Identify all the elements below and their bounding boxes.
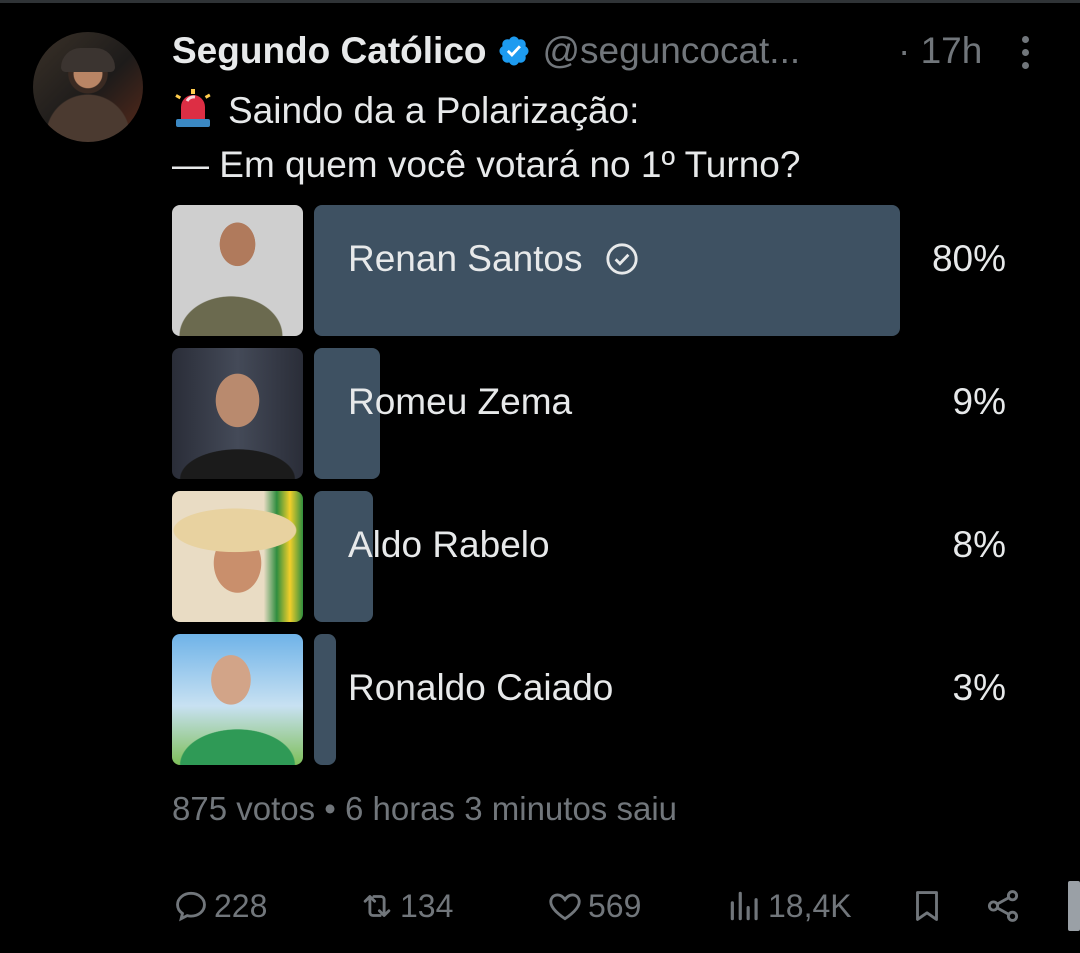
views-chart-icon: [730, 891, 758, 921]
bookmark-icon: [916, 891, 938, 921]
avatar-cap: [61, 48, 115, 72]
bookmark-button[interactable]: [908, 880, 950, 932]
action-bar: 228 134 569 18,4K: [172, 880, 1032, 932]
poll-option-label: Romeu Zema: [348, 381, 573, 422]
verified-badge-icon: [498, 36, 529, 66]
poll-option[interactable]: Ronaldo Caiado 3%: [172, 634, 1012, 766]
poll-option-label-wrap: Aldo Rabelo: [348, 491, 550, 599]
candidate-photo-caiado: [172, 634, 303, 765]
tweet-header: Segundo Católico @seguncocat...: [172, 28, 800, 74]
candidate-photo-aldo: [172, 491, 303, 622]
poll-option-label: Ronaldo Caiado: [348, 667, 614, 708]
poll-option[interactable]: Renan Santos 80%: [172, 205, 1012, 337]
poll-option-label-wrap: Romeu Zema: [348, 348, 572, 456]
poll-option-label: Aldo Rabelo: [348, 524, 550, 565]
poll-option-label-wrap: Ronaldo Caiado: [348, 634, 613, 742]
heart-icon: [549, 893, 581, 921]
repost-count: 134: [400, 887, 454, 924]
share-button[interactable]: [984, 880, 1026, 932]
scrollbar-thumb[interactable]: [1068, 881, 1080, 931]
repost-button[interactable]: 134: [358, 880, 453, 932]
poll-option[interactable]: Aldo Rabelo 8%: [172, 491, 1012, 623]
top-divider: [0, 0, 1080, 3]
candidate-photo-renan: [172, 205, 303, 336]
author-avatar[interactable]: [33, 32, 143, 142]
candidate-photo-zema: [172, 348, 303, 479]
views-button[interactable]: 18,4K: [726, 880, 852, 932]
poll-result-bar: [314, 634, 336, 765]
more-options-icon[interactable]: [1012, 36, 1038, 76]
poll-option-percent: 80%: [931, 238, 1006, 279]
reply-count: 228: [214, 887, 268, 924]
tweet-text-line-1-label: Saindo da a Polarização:: [228, 90, 640, 131]
author-name[interactable]: Segundo Católico: [172, 30, 487, 72]
poll-option-percent: 8%: [952, 524, 1006, 565]
like-button[interactable]: 569: [546, 880, 641, 932]
reply-icon: [176, 891, 206, 922]
like-count: 569: [588, 887, 642, 924]
tweet-time[interactable]: · 17h: [898, 28, 982, 74]
poll-option-percent: 3%: [952, 667, 1006, 708]
poll-meta: 875 votos • 6 horas 3 minutos saiu: [172, 790, 678, 827]
poll-option-label-wrap: Renan Santos: [348, 205, 639, 313]
tweet-text-line-1: Saindo da a Polarização:: [172, 84, 800, 138]
reply-button[interactable]: 228: [172, 880, 267, 932]
selected-check-icon: [605, 243, 638, 275]
poll-option-percent: 9%: [952, 381, 1006, 422]
poll: Renan Santos 80% Romeu Zema 9% Aldo Rabe…: [172, 205, 1012, 777]
share-icon: [987, 890, 1019, 922]
poll-option-label: Renan Santos: [348, 238, 583, 279]
tweet-text: Saindo da a Polarização: — Em quem você …: [172, 84, 800, 192]
repost-icon: [363, 895, 391, 917]
author-handle[interactable]: @seguncocat...: [543, 30, 801, 72]
poll-option[interactable]: Romeu Zema 9%: [172, 348, 1012, 480]
siren-emoji-icon: [175, 89, 211, 127]
tweet-text-line-2: — Em quem você votará no 1º Turno?: [172, 144, 801, 185]
views-count: 18,4K: [768, 887, 852, 924]
